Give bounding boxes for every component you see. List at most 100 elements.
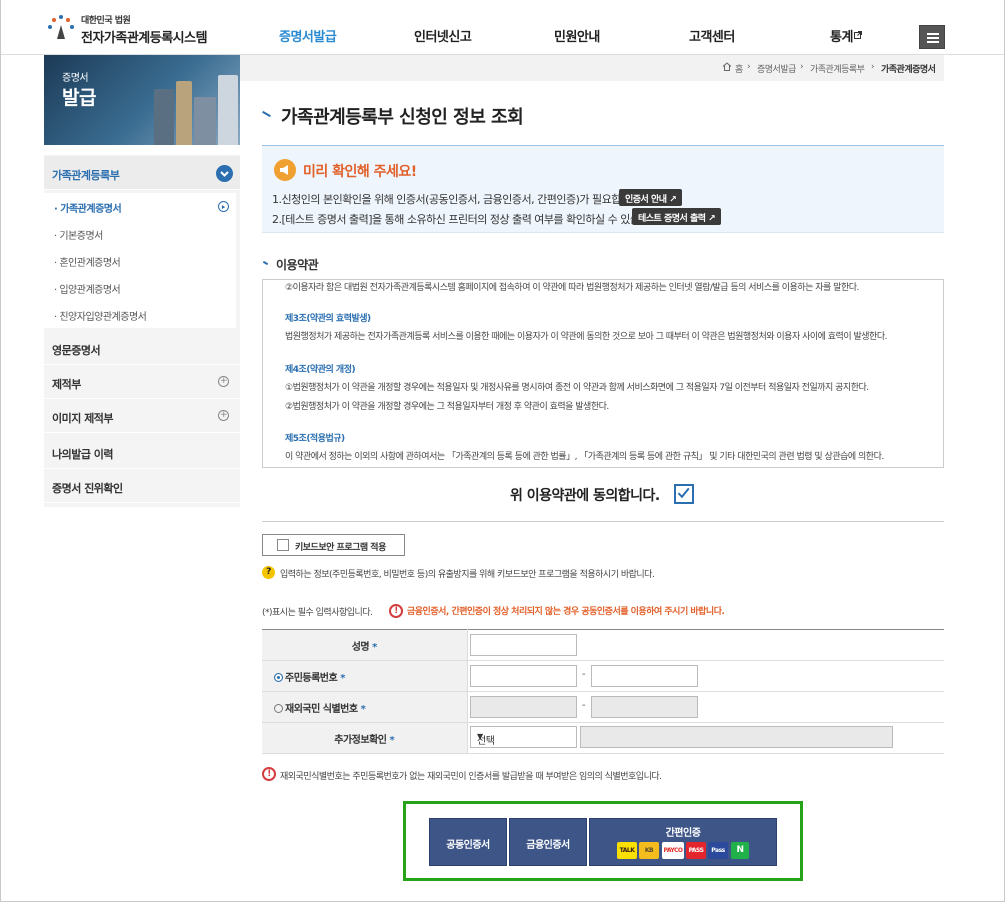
simple-auth-label: 간편인증 bbox=[665, 828, 701, 839]
nav-certificate[interactable]: 증명서발급 bbox=[279, 26, 337, 45]
sidebar-item-label: 나의발급 이력 bbox=[52, 448, 114, 461]
rrn-radio[interactable] bbox=[274, 672, 283, 682]
extra-info-label: 추가정보확인 * bbox=[262, 722, 468, 754]
financial-cert-button[interactable]: 금융인증서 bbox=[509, 818, 587, 866]
certificate-guide-button[interactable]: 인증서 안내 ↗ bbox=[619, 189, 683, 206]
breadcrumb-current: 가족관계증명서 bbox=[881, 65, 936, 75]
terms-scroll-box[interactable]: ②이용자라 함은 대법원 전자가족관계등록시스템 홈페이지에 접속하여 이 약관… bbox=[262, 279, 944, 468]
required-note: (*)표시는 필수 입력사항입니다. bbox=[262, 608, 373, 618]
foreign-note: 재외국민식별번호는 주민등록번호가 없는 재외국민이 인증서를 발급받을 때 부… bbox=[280, 772, 662, 782]
test-print-button[interactable]: 테스트 증명서 출력 ↗ bbox=[632, 208, 722, 225]
terms-heading: 제5조(적용법규) bbox=[285, 434, 345, 444]
financial-cert-label: 금융인증서 bbox=[526, 840, 570, 851]
nav-online-report[interactable]: 인터넷신고 bbox=[414, 26, 472, 45]
foreign-id-label[interactable]: 재외국민 식별번호 * bbox=[262, 691, 468, 723]
sidebar-sub-label: · 가족관계증명서 bbox=[54, 204, 122, 215]
sidebar-item-verify[interactable]: 증명서 진위확인 bbox=[44, 469, 240, 503]
keyboard-security-checkbox[interactable] bbox=[277, 539, 289, 551]
sidebar-item-label: 증명서 진위확인 bbox=[52, 482, 123, 495]
sidebar-sub-full-adoption[interactable]: · 친양자입양관계증명서 bbox=[44, 301, 236, 328]
foreign-id-front-input[interactable] bbox=[470, 696, 577, 718]
kb-icon: KB bbox=[639, 842, 659, 859]
sidebar-sub-adoption[interactable]: · 입양관계증명서 bbox=[44, 274, 236, 301]
rrn-front-input[interactable] bbox=[470, 665, 577, 687]
banner-big-text: 발급 bbox=[62, 87, 96, 109]
samsung-pass-icon: Pass bbox=[708, 842, 728, 859]
dash: - bbox=[582, 700, 586, 711]
sidebar-section-family-register[interactable]: 가족관계등록부 bbox=[44, 156, 240, 190]
warning-icon: ! bbox=[262, 767, 276, 781]
sidebar-sub-label: · 기본증명서 bbox=[54, 231, 103, 242]
sidebar-item-english[interactable]: 영문증명서 bbox=[44, 331, 240, 365]
terms-section-title: 이용약관 bbox=[276, 258, 319, 272]
rrn-label-text: 주민등록번호 bbox=[285, 672, 338, 684]
breadcrumb-certificate[interactable]: 증명서발급 bbox=[757, 62, 796, 75]
common-cert-label: 공동인증서 bbox=[446, 840, 490, 851]
terms-heading: 제4조(약관의 개정) bbox=[285, 365, 356, 375]
breadcrumb-family-register[interactable]: 가족관계등록부 bbox=[810, 62, 865, 75]
certificate-guide-label: 인증서 안내 bbox=[625, 195, 667, 205]
dash: - bbox=[582, 669, 586, 680]
keyboard-note: 입력하는 정보(주민등록번호, 비밀번호 등)의 유출방지를 위해 키보드보안 … bbox=[280, 570, 655, 580]
warning-icon: ! bbox=[389, 604, 403, 618]
name-input[interactable] bbox=[470, 634, 577, 656]
extra-info-input[interactable] bbox=[580, 726, 893, 748]
plus-icon[interactable]: + bbox=[218, 376, 229, 387]
sidebar-banner: 증명서 발급 bbox=[44, 55, 240, 145]
site-logo[interactable]: 대한민국 법원 전자가족관계등록시스템 bbox=[45, 11, 215, 46]
nav-customer-center[interactable]: 고객센터 bbox=[689, 26, 735, 45]
breadcrumb-home[interactable]: 홈 bbox=[735, 62, 743, 75]
sidebar-item-label: 이미지 제적부 bbox=[52, 412, 114, 425]
banner-small-text: 증명서 bbox=[62, 73, 89, 84]
chevron-down-icon[interactable] bbox=[216, 165, 233, 182]
agree-label: 위 이용약관에 동의합니다. bbox=[510, 488, 660, 504]
kakao-icon: TALK bbox=[617, 842, 637, 859]
rrn-label[interactable]: 주민등록번호 * bbox=[262, 660, 468, 692]
sidebar-item-image-register[interactable]: 이미지 제적부 + bbox=[44, 399, 240, 433]
foreign-id-label-text: 재외국민 식별번호 bbox=[285, 703, 358, 715]
site-header: 대한민국 법원 전자가족관계등록시스템 증명서발급 인터넷신고 민원안내 고객센… bbox=[1, 0, 1004, 55]
keyboard-security-label: 키보드보안 프로그램 적용 bbox=[295, 543, 386, 553]
sidebar-sub-label: · 혼인관계증명서 bbox=[54, 258, 121, 269]
plus-icon[interactable]: + bbox=[218, 410, 229, 421]
rrn-back-input[interactable] bbox=[591, 665, 698, 687]
name-label: 성명 * bbox=[262, 629, 468, 661]
keyboard-security-toggle[interactable]: 키보드보안 프로그램 적용 bbox=[262, 534, 405, 556]
sidebar-item-removed-register[interactable]: 제적부 + bbox=[44, 365, 240, 399]
pass-icon: PASS bbox=[686, 842, 706, 859]
terms-text: ①법원행정처가 이 약관을 개정할 경우에는 적용일자 및 개정사유를 명시하여… bbox=[285, 383, 869, 393]
sidebar-sub-label: · 친양자입양관계증명서 bbox=[54, 312, 147, 323]
left-sidebar: 증명서 발급 가족관계등록부 · 가족관계증명서 · 기본증명서 · 혼인관계증… bbox=[44, 55, 240, 507]
question-icon: ? bbox=[262, 566, 275, 579]
agree-checkbox[interactable] bbox=[674, 484, 694, 504]
cert-warning: 금융인증서, 간편인증이 정상 처리되지 않는 경우 공동인증서를 이용하여 주… bbox=[407, 607, 725, 617]
extra-info-label-text: 추가정보확인 bbox=[334, 734, 387, 746]
extra-info-select[interactable]: 선택 ▼ bbox=[470, 726, 577, 748]
terms-heading: 제3조(약관의 효력발생) bbox=[285, 314, 371, 324]
logo-title: 전자가족관계등록시스템 bbox=[81, 31, 208, 46]
home-icon[interactable] bbox=[722, 62, 732, 71]
sidebar-sub-label: · 입양관계증명서 bbox=[54, 285, 121, 296]
common-cert-button[interactable]: 공동인증서 bbox=[429, 818, 507, 866]
foreign-id-radio[interactable] bbox=[274, 703, 283, 713]
notice-box: 미리 확인해 주세요! 1.신청인의 본인확인을 위해 인증서(공동인증서, 금… bbox=[262, 145, 944, 233]
hamburger-menu-button[interactable] bbox=[919, 25, 945, 49]
foreign-id-back-input[interactable] bbox=[591, 696, 698, 718]
nav-statistics[interactable]: 통계 bbox=[830, 26, 853, 45]
sidebar-sub-family-relation[interactable]: · 가족관계증명서 bbox=[44, 193, 236, 220]
sidebar-sub-basic[interactable]: · 기본증명서 bbox=[44, 220, 236, 247]
nav-civil-guide[interactable]: 민원안내 bbox=[554, 26, 600, 45]
naver-icon: N bbox=[731, 842, 749, 859]
court-emblem-icon bbox=[48, 15, 74, 39]
sidebar-section-label: 가족관계등록부 bbox=[52, 169, 120, 182]
sidebar-item-history[interactable]: 나의발급 이력 bbox=[44, 435, 240, 469]
play-arrow-icon bbox=[218, 201, 229, 212]
notice-line-1: 1.신청인의 본인확인을 위해 인증서(공동인증서, 금융인증서, 간편인증)가… bbox=[272, 193, 644, 206]
sidebar-sub-marriage[interactable]: · 혼인관계증명서 bbox=[44, 247, 236, 274]
logo-subtitle: 대한민국 법원 bbox=[81, 16, 131, 26]
external-link-icon bbox=[854, 31, 862, 39]
name-label-text: 성명 bbox=[351, 641, 370, 653]
megaphone-icon bbox=[274, 159, 296, 181]
external-link-icon: ↗ bbox=[669, 195, 677, 205]
terms-text: ②이용자라 함은 대법원 전자가족관계등록시스템 홈페이지에 접속하여 이 약관… bbox=[285, 283, 859, 293]
